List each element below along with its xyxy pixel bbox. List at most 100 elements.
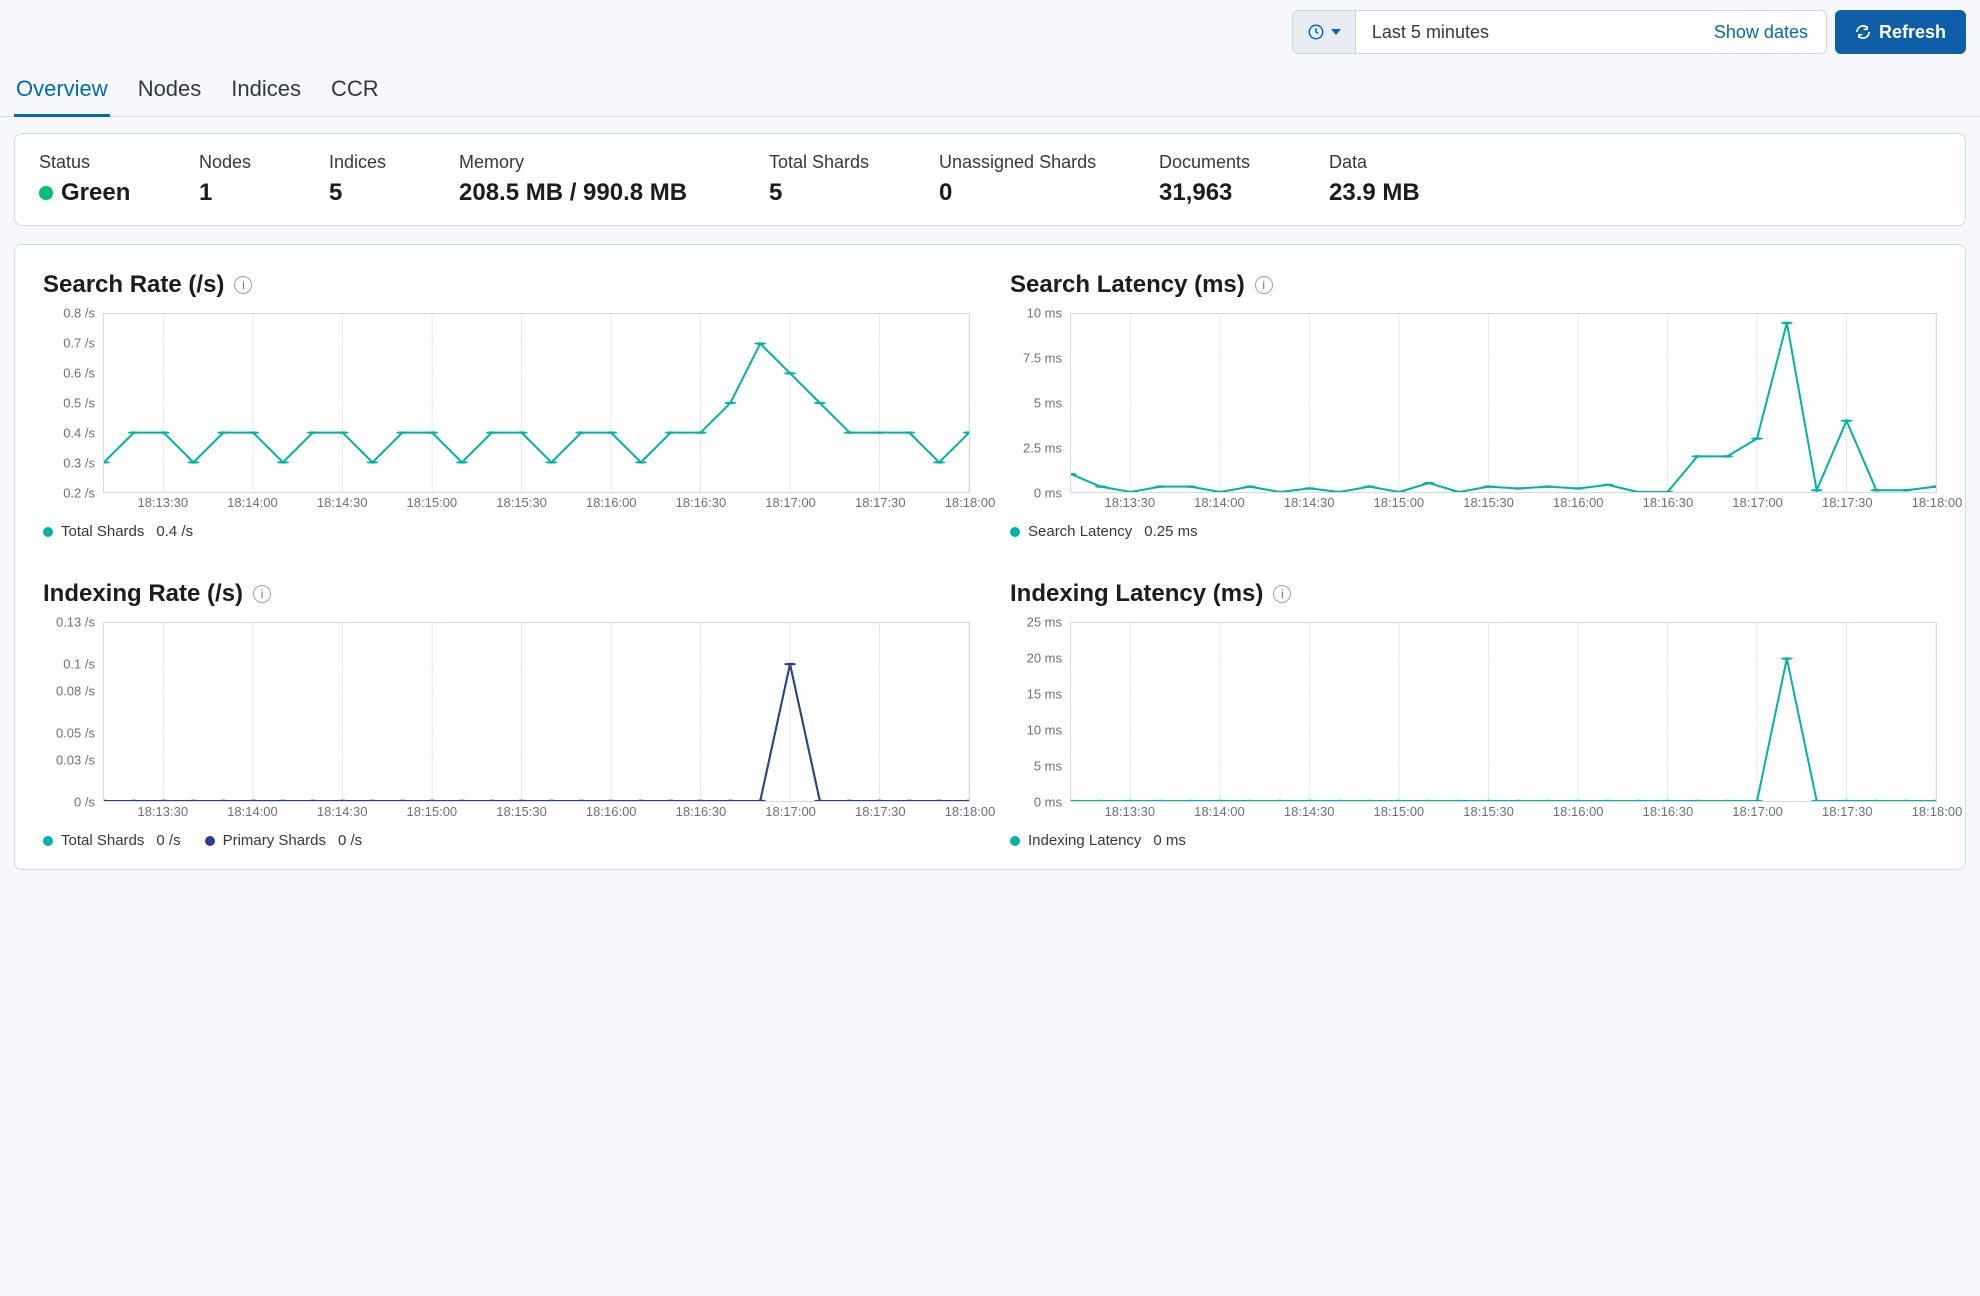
legend-item[interactable]: Search Latency0.25 ms <box>1010 523 1198 540</box>
x-tick-label: 18:15:30 <box>496 804 547 819</box>
summary-label: Unassigned Shards <box>939 152 1149 173</box>
date-quick-select[interactable] <box>1293 11 1356 53</box>
info-icon[interactable]: i <box>234 276 252 294</box>
summary-value: 5 <box>329 179 449 207</box>
x-tick-label: 18:15:30 <box>1463 495 1514 510</box>
x-tick-label: 18:14:30 <box>317 495 368 510</box>
x-tick-label: 18:14:00 <box>1194 804 1245 819</box>
chart-legend: Total Shards0 /s Primary Shards0 /s <box>43 832 970 849</box>
refresh-label: Refresh <box>1879 22 1946 43</box>
summary-unassigned_shards: Unassigned Shards0 <box>939 152 1149 207</box>
chart-search_latency: Search Latency (ms)i0 ms2.5 ms5 ms7.5 ms… <box>1010 271 1937 540</box>
x-tick-label: 18:17:30 <box>1822 804 1873 819</box>
summary-documents: Documents 31,963 <box>1159 152 1319 207</box>
legend-item[interactable]: Total Shards0.4 /s <box>43 523 193 540</box>
x-tick-label: 18:17:00 <box>1732 495 1783 510</box>
info-icon[interactable]: i <box>1273 585 1291 603</box>
chart-area: 0 ms2.5 ms5 ms7.5 ms10 ms18:13:3018:14:0… <box>1010 313 1937 513</box>
x-tick-label: 18:16:30 <box>1643 495 1694 510</box>
chart-indexing_latency: Indexing Latency (ms)i0 ms5 ms10 ms15 ms… <box>1010 580 1937 849</box>
y-tick-label: 0.08 /s <box>56 684 95 699</box>
tab-nodes[interactable]: Nodes <box>136 70 204 116</box>
y-tick-label: 0.7 /s <box>63 336 95 351</box>
summary-nodes: Nodes 1 <box>199 152 319 207</box>
x-tick-label: 18:14:00 <box>227 804 278 819</box>
x-tick-label: 18:15:00 <box>407 804 458 819</box>
summary-value: 208.5 MB / 990.8 MB <box>459 179 759 207</box>
x-tick-label: 18:16:30 <box>676 495 727 510</box>
chart-legend: Search Latency0.25 ms <box>1010 523 1937 540</box>
x-tick-label: 18:14:30 <box>317 804 368 819</box>
y-tick-label: 0.03 /s <box>56 753 95 768</box>
summary-label: Documents <box>1159 152 1319 173</box>
legend-item[interactable]: Indexing Latency0 ms <box>1010 832 1186 849</box>
y-tick-label: 0.4 /s <box>63 426 95 441</box>
chart-area: 0.2 /s0.3 /s0.4 /s0.5 /s0.6 /s0.7 /s0.8 … <box>43 313 970 513</box>
x-tick-label: 18:14:00 <box>1194 495 1245 510</box>
x-tick-label: 18:15:00 <box>1374 495 1425 510</box>
legend-item[interactable]: Total Shards0 /s <box>43 832 181 849</box>
y-tick-label: 0.05 /s <box>56 725 95 740</box>
date-picker[interactable]: Last 5 minutes Show dates <box>1292 10 1827 54</box>
x-tick-label: 18:13:30 <box>137 495 188 510</box>
chart-indexing_rate: Indexing Rate (/s)i0 /s0.03 /s0.05 /s0.0… <box>43 580 970 849</box>
chart-title: Indexing Latency (ms)i <box>1010 580 1937 608</box>
chart-legend: Total Shards0.4 /s <box>43 523 970 540</box>
tab-indices[interactable]: Indices <box>229 70 303 116</box>
y-tick-label: 0 ms <box>1034 795 1062 810</box>
tab-overview[interactable]: Overview <box>14 70 110 116</box>
tab-ccr[interactable]: CCR <box>329 70 381 116</box>
x-tick-label: 18:15:30 <box>1463 804 1514 819</box>
summary-data: Data 23.9 MB <box>1329 152 1449 207</box>
refresh-button[interactable]: Refresh <box>1835 10 1966 54</box>
x-tick-label: 18:18:00 <box>945 804 996 819</box>
summary-total_shards: Total Shards5 <box>769 152 929 207</box>
legend-dot-icon <box>205 836 215 846</box>
summary-label: Nodes <box>199 152 319 173</box>
x-tick-label: 18:16:00 <box>586 495 637 510</box>
y-tick-label: 20 ms <box>1027 651 1062 666</box>
x-tick-label: 18:18:00 <box>945 495 996 510</box>
x-tick-label: 18:16:00 <box>586 804 637 819</box>
y-tick-label: 10 ms <box>1027 306 1062 321</box>
summary-label: Memory <box>459 152 759 173</box>
y-tick-label: 0.3 /s <box>63 456 95 471</box>
legend-dot-icon <box>1010 527 1020 537</box>
x-tick-label: 18:16:30 <box>676 804 727 819</box>
x-tick-label: 18:16:00 <box>1553 804 1604 819</box>
show-dates-link[interactable]: Show dates <box>1696 11 1826 53</box>
y-tick-label: 0.1 /s <box>63 656 95 671</box>
chevron-down-icon <box>1331 29 1341 35</box>
summary-value: 31,963 <box>1159 179 1319 207</box>
x-tick-label: 18:17:00 <box>1732 804 1783 819</box>
info-icon[interactable]: i <box>1255 276 1273 294</box>
x-tick-label: 18:16:30 <box>1643 804 1694 819</box>
info-icon[interactable]: i <box>253 585 271 603</box>
topbar: Last 5 minutes Show dates Refresh <box>0 0 1980 62</box>
summary-status: StatusGreen <box>39 152 189 207</box>
y-tick-label: 10 ms <box>1027 723 1062 738</box>
legend-item[interactable]: Primary Shards0 /s <box>205 832 363 849</box>
x-tick-label: 18:15:00 <box>1374 804 1425 819</box>
x-tick-label: 18:17:30 <box>855 495 906 510</box>
summary-value: 1 <box>199 179 319 207</box>
y-tick-label: 2.5 ms <box>1023 441 1062 456</box>
summary-label: Data <box>1329 152 1449 173</box>
date-range-text[interactable]: Last 5 minutes <box>1356 11 1696 53</box>
clock-icon <box>1307 23 1325 41</box>
x-tick-label: 18:17:30 <box>1822 495 1873 510</box>
chart-title: Search Rate (/s)i <box>43 271 970 299</box>
x-tick-label: 18:13:30 <box>137 804 188 819</box>
status-dot-icon <box>39 186 53 200</box>
x-tick-label: 18:17:00 <box>765 804 816 819</box>
legend-dot-icon <box>43 527 53 537</box>
x-tick-label: 18:15:00 <box>407 495 458 510</box>
charts-panel: Search Rate (/s)i0.2 /s0.3 /s0.4 /s0.5 /… <box>14 244 1966 870</box>
summary-value: 23.9 MB <box>1329 179 1449 207</box>
x-tick-label: 18:14:30 <box>1284 495 1335 510</box>
tabs: Overview Nodes Indices CCR <box>0 62 1980 117</box>
x-tick-label: 18:14:00 <box>227 495 278 510</box>
summary-memory: Memory 208.5 MB / 990.8 MB <box>459 152 759 207</box>
legend-dot-icon <box>43 836 53 846</box>
y-tick-label: 5 ms <box>1034 396 1062 411</box>
